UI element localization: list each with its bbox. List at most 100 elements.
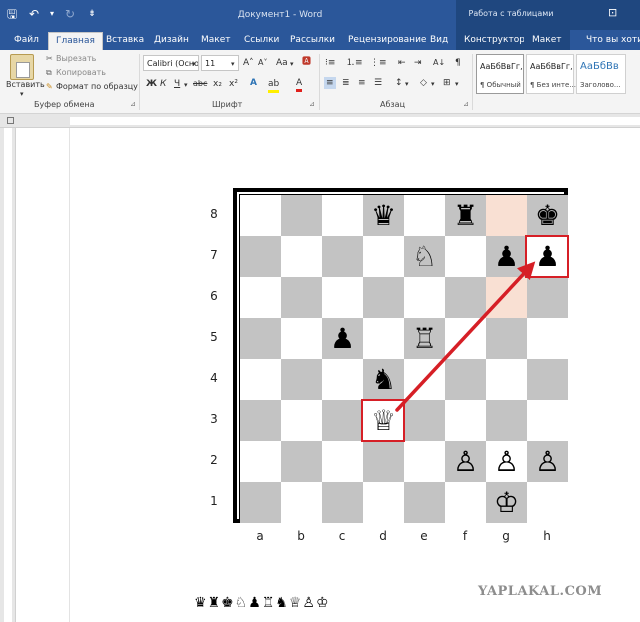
square-g6[interactable] xyxy=(486,277,527,318)
square-a2[interactable] xyxy=(240,441,281,482)
shrink-font-button[interactable]: A˅ xyxy=(258,57,267,69)
decrease-indent-button[interactable]: ⇤ xyxy=(398,57,406,69)
piece-white-pawn-f2[interactable]: ♙ xyxy=(445,441,486,482)
tab-mailings[interactable]: Рассылки xyxy=(290,34,335,46)
change-case-dropdown-icon[interactable]: ▾ xyxy=(290,58,294,70)
square-h3[interactable] xyxy=(527,400,568,441)
tab-file[interactable]: Файл xyxy=(14,34,39,46)
square-a1[interactable] xyxy=(240,482,281,523)
align-left-button[interactable]: ≡ xyxy=(324,77,336,89)
align-right-button[interactable]: ≡ xyxy=(358,77,366,89)
square-d2[interactable] xyxy=(363,441,404,482)
square-e1[interactable] xyxy=(404,482,445,523)
square-c4[interactable] xyxy=(322,359,363,400)
square-c6[interactable] xyxy=(322,277,363,318)
square-d6[interactable] xyxy=(363,277,404,318)
square-g5[interactable] xyxy=(486,318,527,359)
square-h4[interactable] xyxy=(527,359,568,400)
undo-icon[interactable]: ↶ xyxy=(26,6,42,22)
bold-button[interactable]: Ж xyxy=(146,78,157,90)
font-name-dropdown-icon[interactable]: ▾ xyxy=(192,58,196,70)
line-spacing-dropdown-icon[interactable]: ▾ xyxy=(405,78,409,90)
square-f4[interactable] xyxy=(445,359,486,400)
tell-me-search[interactable]: Что вы хотите xyxy=(586,34,640,46)
square-a3[interactable] xyxy=(240,400,281,441)
square-a5[interactable] xyxy=(240,318,281,359)
undo-dropdown-icon[interactable]: ▾ xyxy=(48,6,56,22)
square-c3[interactable] xyxy=(322,400,363,441)
square-d1[interactable] xyxy=(363,482,404,523)
square-g4[interactable] xyxy=(486,359,527,400)
horizontal-ruler[interactable] xyxy=(0,114,640,128)
square-e2[interactable] xyxy=(404,441,445,482)
grow-font-button[interactable]: A˄ xyxy=(243,57,254,69)
borders-dropdown-icon[interactable]: ▾ xyxy=(455,78,459,90)
paste-dropdown-icon[interactable]: ▾ xyxy=(20,88,24,100)
square-f7[interactable] xyxy=(445,236,486,277)
copy-button[interactable]: ⧉ Копировать xyxy=(46,68,106,78)
multilevel-list-button[interactable]: ⋮≡ xyxy=(370,57,387,69)
show-formatting-button[interactable]: ¶ xyxy=(455,57,461,69)
square-c1[interactable] xyxy=(322,482,363,523)
underline-dropdown-icon[interactable]: ▾ xyxy=(184,79,188,91)
square-f1[interactable] xyxy=(445,482,486,523)
tab-references[interactable]: Ссылки xyxy=(244,34,279,46)
paste-button[interactable]: Вставить xyxy=(6,80,45,89)
square-c8[interactable] xyxy=(322,195,363,236)
square-g3[interactable] xyxy=(486,400,527,441)
square-b5[interactable] xyxy=(281,318,322,359)
piece-white-rook-e5[interactable]: ♖ xyxy=(404,318,445,359)
paste-icon[interactable] xyxy=(10,54,34,80)
tab-table-layout[interactable]: Макет xyxy=(524,30,570,50)
square-f5[interactable] xyxy=(445,318,486,359)
square-e8[interactable] xyxy=(404,195,445,236)
piece-white-pawn-h2[interactable]: ♙ xyxy=(527,441,568,482)
strikethrough-button[interactable]: abc xyxy=(193,78,207,90)
shading-dropdown-icon[interactable]: ▾ xyxy=(431,78,435,90)
italic-button[interactable]: К xyxy=(160,78,166,90)
redo-icon[interactable]: ↻ xyxy=(62,6,78,22)
underline-button[interactable]: Ч xyxy=(174,78,180,90)
style-heading-1[interactable]: АаБбВв Заголово... xyxy=(576,54,626,94)
square-e4[interactable] xyxy=(404,359,445,400)
customize-qat-icon[interactable]: ⇟ xyxy=(84,6,100,22)
text-effects-button[interactable]: A xyxy=(250,77,257,89)
square-a7[interactable] xyxy=(240,236,281,277)
font-color-button[interactable]: A xyxy=(296,77,303,92)
piece-white-knight-e7[interactable]: ♘ xyxy=(404,236,445,277)
font-size-dropdown-icon[interactable]: ▾ xyxy=(231,58,235,70)
tab-table-design[interactable]: Конструктор xyxy=(456,30,533,50)
clipboard-expand-icon[interactable]: ⊿ xyxy=(130,98,136,110)
square-b1[interactable] xyxy=(281,482,322,523)
square-e3[interactable] xyxy=(404,400,445,441)
chess-board-table[interactable]: ♛ ♜ ♚ ♘ ♟ ♟ ♟ ♖ ♞ ♕ ♙ ♙ ♙ ♔ xyxy=(233,188,568,523)
square-h5[interactable] xyxy=(527,318,568,359)
bullets-button[interactable]: ⁝≡ xyxy=(325,57,335,69)
tab-selector[interactable] xyxy=(7,117,14,124)
square-c2[interactable] xyxy=(322,441,363,482)
piece-black-queen-d8[interactable]: ♛ xyxy=(363,195,404,236)
chess-board[interactable]: ♛ ♜ ♚ ♘ ♟ ♟ ♟ ♖ ♞ ♕ ♙ ♙ ♙ ♔ xyxy=(239,194,568,523)
square-b3[interactable] xyxy=(281,400,322,441)
square-a4[interactable] xyxy=(240,359,281,400)
tab-insert[interactable]: Вставка xyxy=(106,34,144,46)
square-c7[interactable] xyxy=(322,236,363,277)
justify-button[interactable]: ☰ xyxy=(374,77,382,89)
square-f6[interactable] xyxy=(445,277,486,318)
piece-black-knight-d4[interactable]: ♞ xyxy=(363,359,404,400)
clear-formatting-icon[interactable]: 🅰 xyxy=(302,56,311,68)
square-f3[interactable] xyxy=(445,400,486,441)
square-b6[interactable] xyxy=(281,277,322,318)
subscript-button[interactable]: x₂ xyxy=(213,78,222,90)
align-center-button[interactable]: ≣ xyxy=(342,77,350,89)
piece-black-pawn-c5[interactable]: ♟ xyxy=(322,318,363,359)
piece-black-pawn-g7[interactable]: ♟ xyxy=(486,236,527,277)
vertical-ruler[interactable] xyxy=(0,128,16,622)
square-b8[interactable] xyxy=(281,195,322,236)
superscript-button[interactable]: x² xyxy=(229,78,238,90)
piece-black-king-h8[interactable]: ♚ xyxy=(527,195,568,236)
format-painter-button[interactable]: ✎ Формат по образцу xyxy=(46,82,138,91)
tab-layout[interactable]: Макет xyxy=(201,34,231,46)
square-h6[interactable] xyxy=(527,277,568,318)
font-expand-icon[interactable]: ⊿ xyxy=(309,98,315,110)
